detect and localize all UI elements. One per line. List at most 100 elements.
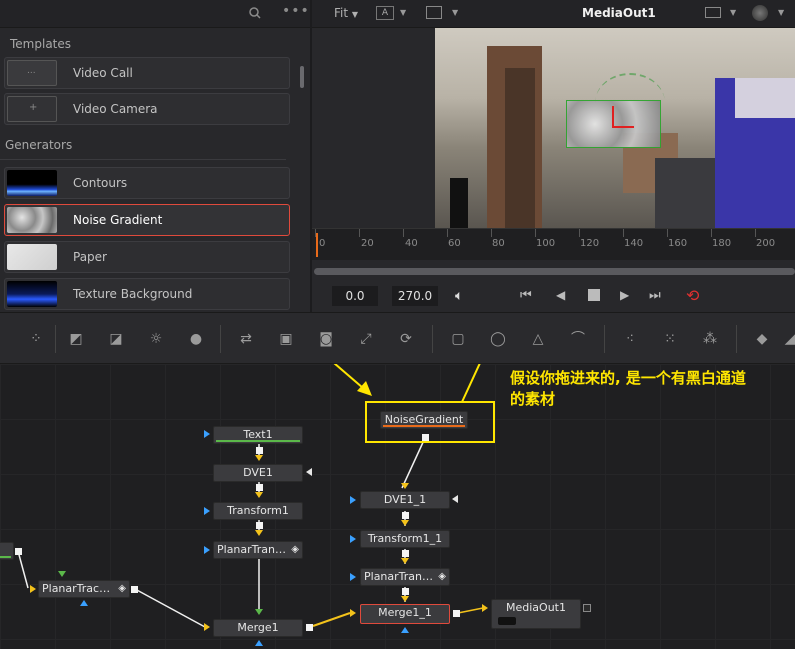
play-icon[interactable]: ▶ xyxy=(620,288,629,302)
ellipse-mask-icon[interactable]: ◯ xyxy=(488,329,508,349)
library-item-texture-background[interactable]: Texture Background xyxy=(4,278,290,310)
stop-icon[interactable] xyxy=(588,289,600,301)
node-settings-icon[interactable]: ◈ xyxy=(291,542,299,557)
chevron-down-icon[interactable]: ▼ xyxy=(452,8,458,17)
node-merge1-1[interactable]: Merge1_1 xyxy=(360,604,450,624)
noise-gradient-thumbnail xyxy=(7,207,57,233)
mask-port[interactable] xyxy=(306,468,312,476)
output-port[interactable] xyxy=(256,447,263,454)
transform-gizmo[interactable] xyxy=(595,73,665,133)
node-offscreen-left[interactable] xyxy=(0,542,14,560)
channel-a-button[interactable]: A xyxy=(376,6,394,20)
output-port[interactable] xyxy=(256,484,263,491)
input-port[interactable] xyxy=(350,573,356,581)
chair xyxy=(450,178,468,228)
merge-tool-icon[interactable]: ▣ xyxy=(276,329,296,349)
fit-zoom-dropdown[interactable]: Fit ▼ xyxy=(334,6,358,20)
library-item-video-camera[interactable]: + Video Camera xyxy=(4,93,290,125)
tick-label: 180 xyxy=(712,238,732,249)
library-item-contours[interactable]: Contours xyxy=(4,167,290,199)
node-noisegradient[interactable]: NoiseGradient xyxy=(380,411,468,429)
input-port[interactable] xyxy=(204,430,210,438)
output-port[interactable] xyxy=(402,512,409,519)
color-curves-icon[interactable]: ◪ xyxy=(106,329,126,349)
timeline-ruler[interactable]: 0 20 40 60 80 100 120 140 160 180 200 xyxy=(312,228,795,260)
mask-port[interactable] xyxy=(452,495,458,503)
transform-handle-y[interactable] xyxy=(612,106,614,128)
chevron-down-icon[interactable]: ▼ xyxy=(778,8,784,17)
viewer-options-icon[interactable] xyxy=(705,7,721,18)
resize-icon[interactable]: ⤢ xyxy=(356,329,376,349)
input-port[interactable] xyxy=(30,585,36,593)
node-planartracker[interactable]: PlanarTrac… ◈ xyxy=(38,580,130,598)
mask-tool-icon[interactable]: ◙ xyxy=(316,329,336,349)
timeline-scrollbar[interactable] xyxy=(314,268,795,275)
transform-tool-icon[interactable]: ⟳ xyxy=(396,329,416,349)
node-planartransform-b[interactable]: PlanarTran… ◈ xyxy=(360,568,450,586)
tick-label: 120 xyxy=(580,238,600,249)
library-item-paper[interactable]: Paper xyxy=(4,241,290,273)
output-port[interactable] xyxy=(422,434,429,441)
node-mediaout1[interactable]: MediaOut1 xyxy=(491,599,581,629)
particle-emitter-icon[interactable]: ⁖ xyxy=(620,329,640,349)
end-time-field[interactable]: 270.0 xyxy=(392,286,438,306)
output-port[interactable] xyxy=(402,588,409,595)
display-mode-icon[interactable] xyxy=(426,6,442,19)
input-port[interactable] xyxy=(482,604,488,612)
loop-icon[interactable]: ⟲ xyxy=(686,286,699,305)
output-port[interactable] xyxy=(256,522,263,529)
loader-icon[interactable]: ⇄ xyxy=(236,329,256,349)
input-port[interactable] xyxy=(204,507,210,515)
search-icon[interactable] xyxy=(248,6,262,20)
node-dve1-1[interactable]: DVE1_1 xyxy=(360,491,450,509)
more-icon[interactable]: ••• xyxy=(282,3,310,19)
viewer-frame-image xyxy=(435,28,795,228)
color-corrector-icon[interactable]: ☼ xyxy=(146,329,166,349)
particle-style-icon[interactable]: ⁂ xyxy=(700,329,720,349)
speaker-icon[interactable]: 🔈︎ xyxy=(455,288,463,304)
3d-shape-icon[interactable]: ◆ xyxy=(752,329,772,349)
polygon-mask-icon[interactable]: △ xyxy=(528,329,548,349)
viewer-canvas[interactable] xyxy=(312,28,795,228)
node-transform1[interactable]: Transform1 xyxy=(213,502,303,520)
3d-renderer-icon[interactable]: ◢ xyxy=(780,329,795,349)
library-item-video-call[interactable]: ... Video Call xyxy=(4,57,290,89)
transform-handle-x[interactable] xyxy=(612,126,634,128)
input-port[interactable] xyxy=(350,609,356,617)
input-port[interactable] xyxy=(204,546,210,554)
brightness-contrast-icon[interactable]: ◩ xyxy=(66,329,86,349)
output-port[interactable] xyxy=(583,604,591,612)
node-merge1[interactable]: Merge1 xyxy=(213,619,303,637)
node-settings-icon[interactable]: ◈ xyxy=(118,581,126,596)
bspline-mask-icon[interactable]: ⌒ xyxy=(568,329,588,349)
library-item-noise-gradient[interactable]: Noise Gradient xyxy=(4,204,290,236)
skip-to-start-icon[interactable]: ⏮ xyxy=(520,288,532,303)
output-port[interactable] xyxy=(453,610,460,617)
output-port[interactable] xyxy=(15,548,22,555)
node-dve1[interactable]: DVE1 xyxy=(213,464,303,482)
library-scrollbar[interactable] xyxy=(300,66,304,88)
viewer-indicator-icon[interactable] xyxy=(498,617,516,625)
particles-icon[interactable]: ⁘ xyxy=(26,329,46,349)
input-port[interactable] xyxy=(350,496,356,504)
matte-control-icon[interactable]: ● xyxy=(186,329,206,349)
node-label: MediaOut1 xyxy=(506,601,566,614)
chevron-down-icon[interactable]: ▼ xyxy=(730,8,736,17)
particle-render-icon[interactable]: ⁙ xyxy=(660,329,680,349)
chevron-down-icon[interactable]: ▼ xyxy=(400,8,406,17)
output-port[interactable] xyxy=(402,550,409,557)
skip-to-end-icon[interactable]: ⏭ xyxy=(649,288,661,303)
input-port[interactable] xyxy=(350,535,356,543)
output-port[interactable] xyxy=(306,624,313,631)
node-settings-icon[interactable]: ◈ xyxy=(438,569,446,584)
rectangle-mask-icon[interactable]: ▢ xyxy=(448,329,468,349)
output-port[interactable] xyxy=(131,586,138,593)
start-time-field[interactable]: 0.0 xyxy=(332,286,378,306)
node-transform1-1[interactable]: Transform1_1 xyxy=(360,530,450,548)
node-planartransform-a[interactable]: PlanarTran… ◈ xyxy=(213,541,303,559)
color-management-icon[interactable] xyxy=(752,5,768,21)
node-editor[interactable]: 假设你拖进来的, 是一个有黑白通道 的素材 Text1 DVE1 Transfo… xyxy=(0,364,795,649)
input-port[interactable] xyxy=(204,623,210,631)
play-reverse-icon[interactable]: ◀ xyxy=(556,288,565,302)
node-text1[interactable]: Text1 xyxy=(213,426,303,444)
